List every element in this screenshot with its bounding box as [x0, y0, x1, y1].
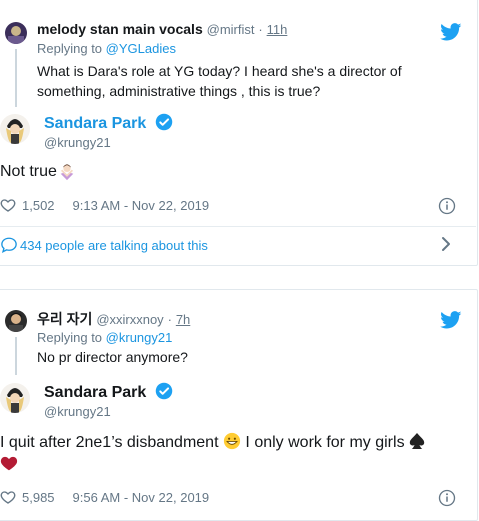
comment-icon	[1, 237, 17, 254]
reply1-author[interactable]: Sandara Park @krungy21	[44, 113, 173, 150]
person-gesturing-no-emoji-icon	[60, 164, 74, 181]
red-heart-icon	[0, 456, 18, 471]
tweet2-dot: ·	[167, 312, 172, 327]
avatar-melody[interactable]	[5, 22, 27, 44]
avatar-sandara-2[interactable]	[0, 383, 30, 413]
tweet2-replying: Replying to @krungy21	[37, 330, 172, 345]
tweet2-replying-prefix: Replying to	[37, 330, 103, 345]
talking-text[interactable]: 434 people are talking about this	[20, 238, 208, 253]
chevron-right-icon[interactable]	[438, 235, 454, 253]
tweet1-replying-prefix: Replying to	[37, 41, 103, 56]
heart-icon[interactable]	[0, 489, 16, 505]
reply1-footer: 1,502 9:13 AM - Nov 22, 2019	[0, 197, 209, 213]
reply2-text-part2: I only work for my girls	[245, 434, 405, 451]
tweet1-author[interactable]: melody stan main vocals @mirfist · 11h	[37, 21, 287, 37]
reply2-author-name[interactable]: Sandara Park	[44, 384, 146, 401]
reply1-text: Not true	[0, 163, 76, 181]
reply2-likes[interactable]: 5,985	[22, 490, 55, 505]
reply2-text: I quit after 2ne1’s disbandment I only w…	[0, 431, 470, 479]
reply2-footer: 5,985 9:56 AM - Nov 22, 2019	[0, 489, 209, 505]
reply2-author-handle[interactable]: @krungy21	[44, 404, 173, 419]
tweet2-author-name[interactable]: 우리 자기	[37, 311, 92, 327]
twitter-bird-icon[interactable]	[440, 311, 462, 329]
avatar-sandara-1[interactable]	[0, 114, 30, 144]
tweet1-time[interactable]: 11h	[267, 22, 288, 37]
reply1-likes[interactable]: 1,502	[22, 198, 55, 213]
tweet1-text-line1: What is Dara's role at YG today? I heard…	[37, 63, 402, 79]
avatar-woori[interactable]	[5, 310, 27, 332]
talking-row[interactable]: 434 people are talking about this	[0, 227, 476, 263]
grinning-face-emoji-icon	[223, 432, 241, 450]
heart-icon[interactable]	[0, 197, 16, 213]
tweet2-author[interactable]: 우리 자기 @xxirxxnoy · 7h	[37, 309, 190, 329]
twitter-bird-icon[interactable]	[440, 23, 462, 41]
reply1-author-handle[interactable]: @krungy21	[44, 135, 173, 150]
tweet1-text-line2: something, administrative things , this …	[37, 83, 321, 99]
reply1-text-content: Not true	[0, 163, 57, 180]
tweet1-author-name[interactable]: melody stan main vocals	[37, 21, 203, 37]
tweet1-author-handle[interactable]: @mirfist	[207, 22, 255, 37]
spade-suit-icon	[409, 433, 425, 449]
tweet2-time[interactable]: 7h	[176, 312, 190, 327]
info-icon[interactable]	[438, 489, 456, 507]
tweet1-replying: Replying to @YGLadies	[37, 41, 176, 56]
reply1-author-name[interactable]: Sandara Park	[44, 115, 146, 132]
tweet2-text: No pr director anymore?	[37, 349, 188, 365]
reply2-author[interactable]: Sandara Park @krungy21	[44, 382, 173, 419]
verified-badge-icon	[155, 382, 172, 400]
tweet1-text: What is Dara's role at YG today? I heard…	[37, 61, 402, 101]
tweet1-dot: ·	[258, 22, 263, 37]
verified-badge-icon	[155, 113, 172, 131]
reply1-timestamp[interactable]: 9:13 AM - Nov 22, 2019	[73, 198, 210, 213]
tweet2-replying-to[interactable]: @krungy21	[106, 330, 173, 345]
thread-line-1	[15, 49, 17, 107]
tweet1-replying-to[interactable]: @YGLadies	[106, 41, 176, 56]
tweet2-author-handle[interactable]: @xxirxxnoy	[96, 312, 163, 327]
reply2-text-part1: I quit after 2ne1’s disbandment	[0, 434, 219, 451]
reply2-timestamp[interactable]: 9:56 AM - Nov 22, 2019	[73, 490, 210, 505]
info-icon[interactable]	[438, 197, 456, 215]
thread-line-2	[15, 337, 17, 375]
